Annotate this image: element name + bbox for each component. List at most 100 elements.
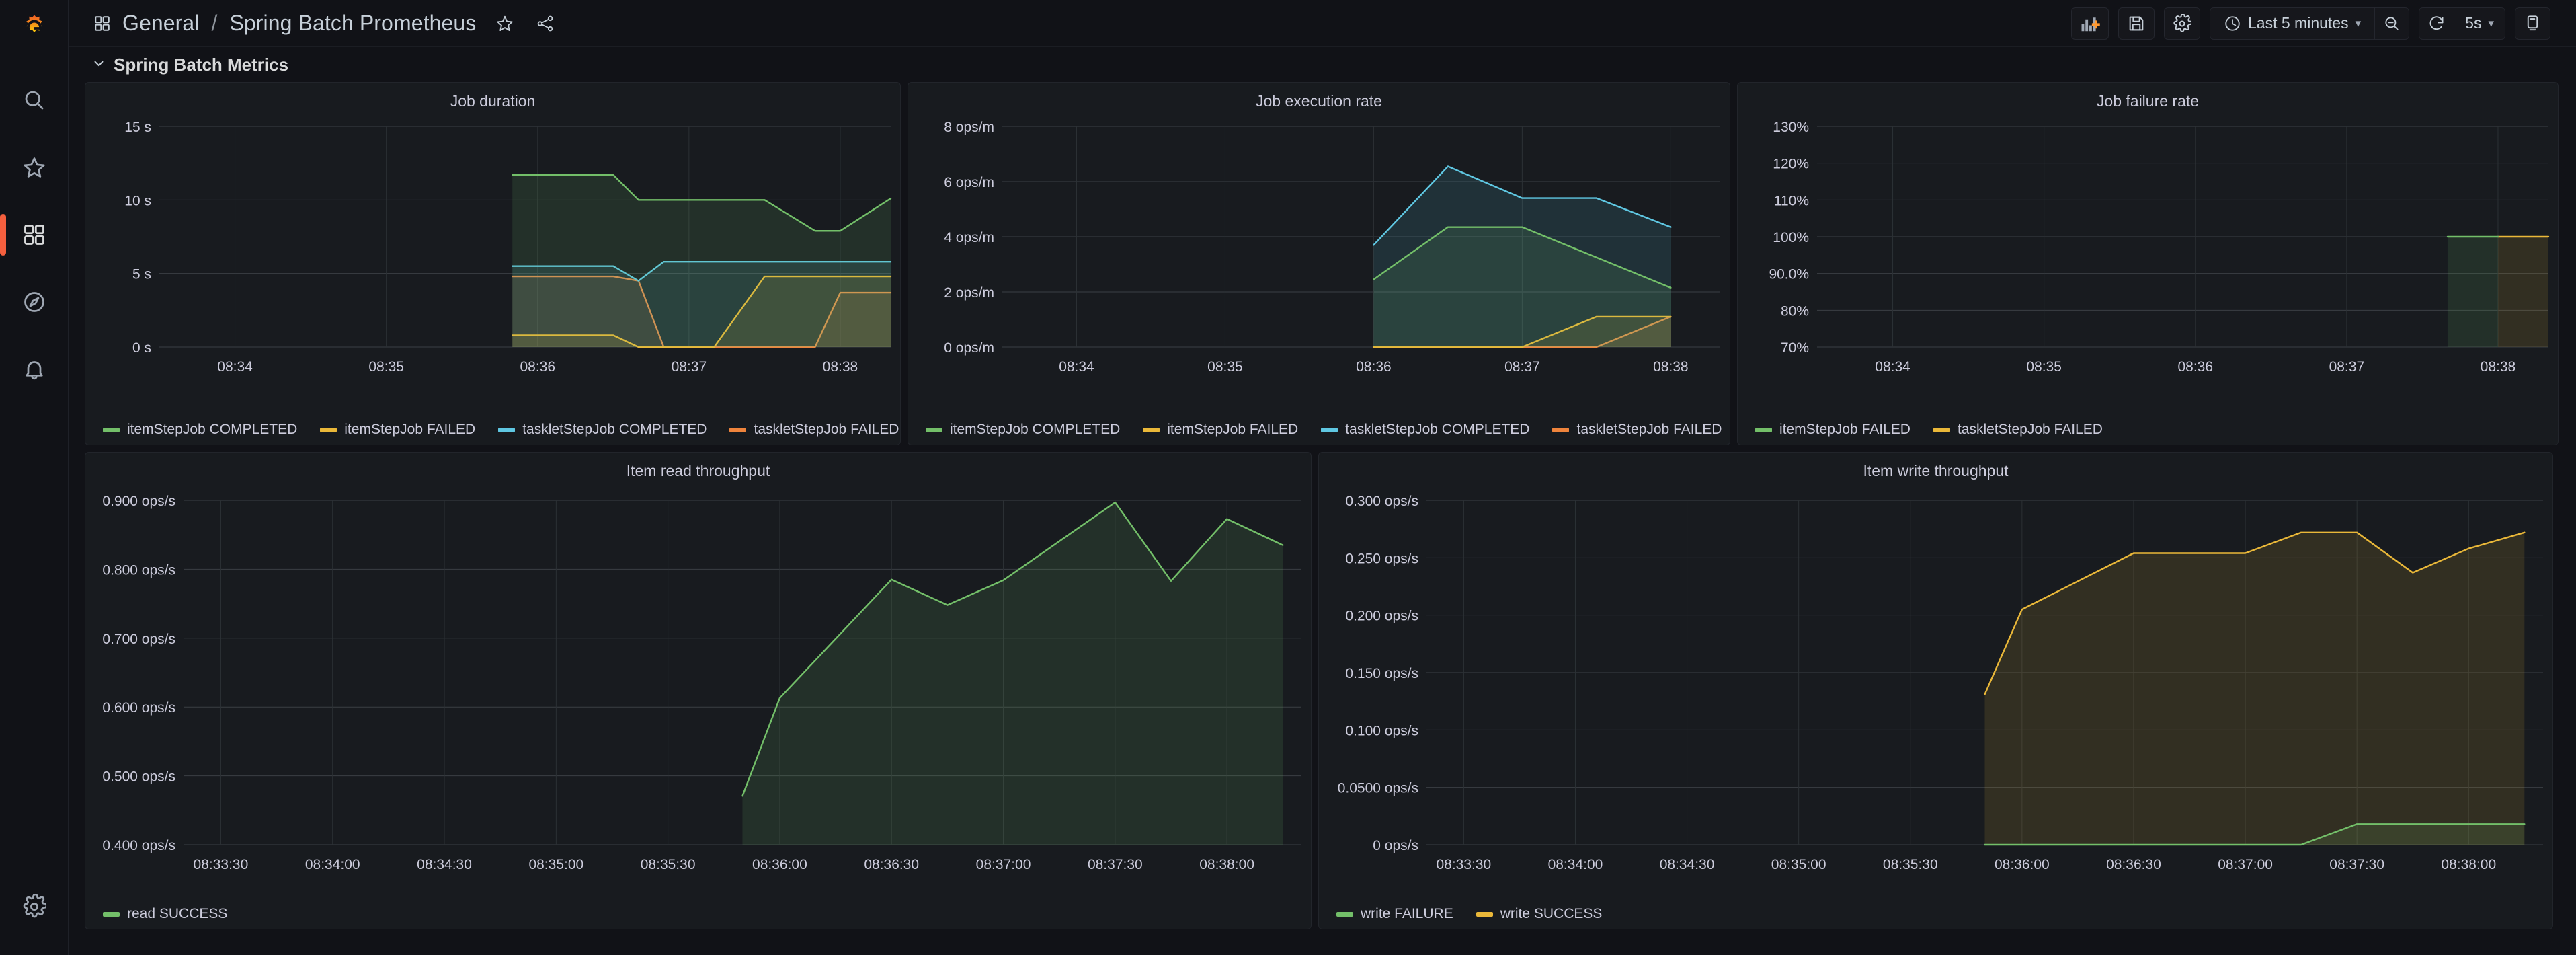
refresh-button[interactable] — [2419, 7, 2455, 40]
time-range-picker[interactable]: Last 5 minutes ▾ — [2210, 7, 2376, 40]
svg-text:08:34:00: 08:34:00 — [1548, 857, 1603, 872]
svg-text:08:34: 08:34 — [1875, 359, 1910, 375]
refresh-interval-picker[interactable]: 5s ▾ — [2454, 7, 2505, 40]
legend-item[interactable]: taskletStepJob FAILED — [1933, 422, 2103, 438]
legend-item[interactable]: itemStepJob FAILED — [1755, 422, 1910, 438]
sidebar-item-starred[interactable] — [0, 134, 69, 201]
chart-area[interactable]: 0 s 5 s 10 s 15 s 08:34 08:35 08:36 08:37 08:38 — [85, 110, 900, 422]
dashboard-settings-button[interactable] — [2164, 7, 2201, 40]
panel-title: Item read throughput — [626, 462, 770, 480]
legend-item[interactable]: itemStepJob FAILED — [1143, 422, 1298, 438]
svg-text:120%: 120% — [1773, 157, 1809, 172]
svg-text:10 s: 10 s — [124, 193, 151, 208]
svg-text:0.100 ops/s: 0.100 ops/s — [1345, 723, 1418, 738]
svg-text:0.800 ops/s: 0.800 ops/s — [102, 562, 175, 578]
legend-item[interactable]: taskletStepJob FAILED — [729, 422, 899, 438]
svg-text:0 s: 0 s — [132, 340, 151, 356]
sidebar-item-explore[interactable] — [0, 268, 69, 336]
breadcrumb-folder[interactable]: General — [122, 11, 200, 36]
svg-text:08:37:00: 08:37:00 — [976, 857, 1031, 872]
panel-legend: itemStepJob COMPLETED itemStepJob FAILED t… — [908, 422, 1730, 445]
tv-mode-button[interactable] — [2515, 7, 2550, 40]
legend-label: taskletStepJob FAILED — [1576, 422, 1722, 437]
svg-text:08:36:00: 08:36:00 — [1995, 857, 2050, 872]
legend-item[interactable]: write SUCCESS — [1476, 906, 1603, 922]
svg-text:0.700 ops/s: 0.700 ops/s — [102, 632, 175, 647]
panel-row-top: Job duration 0 s 5 s 10 s 15 s 08:34 08:35 08:… — [85, 82, 2560, 445]
panel-job-execution-rate: Job execution rate 0 ops/m 2 ops/m 4 ops/m… — [908, 82, 1730, 445]
svg-text:08:37:30: 08:37:30 — [2329, 857, 2384, 872]
svg-text:08:37: 08:37 — [2329, 359, 2365, 375]
grafana-logo[interactable] — [19, 13, 49, 46]
svg-text:08:35: 08:35 — [2026, 359, 2062, 375]
refresh-interval-label: 5s — [2465, 14, 2482, 32]
svg-text:08:37:30: 08:37:30 — [1088, 857, 1143, 872]
main-sidebar — [0, 0, 69, 955]
svg-text:08:34: 08:34 — [217, 359, 253, 375]
panel-legend: write FAILURE write SUCCESS — [1319, 906, 2552, 929]
svg-text:08:35: 08:35 — [368, 359, 404, 375]
sidebar-item-dashboards[interactable] — [0, 201, 69, 268]
main-content: General / Spring Batch Prometheus Last 5… — [69, 0, 2576, 955]
svg-text:08:34:30: 08:34:30 — [1660, 857, 1715, 872]
svg-text:0.500 ops/s: 0.500 ops/s — [102, 769, 175, 785]
time-range-label: Last 5 minutes — [2248, 14, 2349, 32]
save-dashboard-button[interactable] — [2118, 7, 2155, 40]
legend-color-swatch — [103, 911, 120, 917]
share-icon[interactable] — [534, 12, 557, 35]
svg-text:08:38: 08:38 — [2481, 359, 2516, 375]
panel-legend: read SUCCESS — [85, 906, 1311, 929]
legend-item[interactable]: taskletStepJob COMPLETED — [1321, 422, 1529, 438]
legend-item[interactable]: taskletStepJob COMPLETED — [498, 422, 707, 438]
chart-area[interactable]: 0 ops/m 2 ops/m 4 ops/m 6 ops/m 8 ops/m 08:34… — [908, 110, 1730, 422]
legend-color-swatch — [729, 427, 747, 432]
svg-text:08:34: 08:34 — [1059, 359, 1094, 375]
add-panel-button[interactable] — [2071, 7, 2109, 40]
legend-item[interactable]: taskletStepJob FAILED — [1552, 422, 1722, 438]
panel-title: Item write throughput — [1863, 462, 2009, 480]
sidebar-item-configuration[interactable] — [0, 873, 69, 940]
svg-text:08:36: 08:36 — [2177, 359, 2213, 375]
svg-text:4 ops/m: 4 ops/m — [944, 230, 994, 245]
svg-text:70%: 70% — [1781, 340, 1809, 356]
svg-text:08:38:00: 08:38:00 — [1199, 857, 1254, 872]
panel-title: Job failure rate — [2096, 92, 2200, 110]
zoom-out-time-button[interactable] — [2375, 7, 2410, 40]
chart-area[interactable]: 0 ops/s 0.0500 ops/s 0.100 ops/s 0.150 ops/… — [1319, 480, 2552, 906]
svg-text:0.600 ops/s: 0.600 ops/s — [102, 700, 175, 716]
legend-item[interactable]: write FAILURE — [1336, 906, 1453, 922]
panel-legend: itemStepJob FAILED taskletStepJob FAILED — [1738, 422, 2558, 445]
chevron-down-icon: ▾ — [2488, 16, 2494, 30]
chart-area[interactable]: 70% 80% 90.0% 100% 110% 120% 130% 08:34 08:35 08:… — [1738, 110, 2558, 422]
legend-color-swatch — [1933, 427, 1950, 432]
svg-text:0.400 ops/s: 0.400 ops/s — [102, 838, 175, 853]
svg-text:5 s: 5 s — [132, 267, 151, 282]
sidebar-item-search[interactable] — [0, 67, 69, 134]
panel-title: Job duration — [450, 92, 536, 110]
time-range-controls: Last 5 minutes ▾ — [2210, 7, 2410, 40]
legend-label: taskletStepJob COMPLETED — [522, 422, 707, 437]
star-icon[interactable] — [493, 12, 516, 35]
legend-item[interactable]: read SUCCESS — [103, 906, 227, 922]
row-title: Spring Batch Metrics — [114, 54, 289, 75]
legend-label: write SUCCESS — [1500, 906, 1603, 921]
svg-text:08:34:00: 08:34:00 — [305, 857, 360, 872]
legend-item[interactable]: itemStepJob FAILED — [320, 422, 475, 438]
svg-text:0.300 ops/s: 0.300 ops/s — [1345, 494, 1418, 509]
svg-text:80%: 80% — [1781, 303, 1809, 319]
panel-item-read-throughput: Item read throughput 0.400 ops/s 0.500 op… — [85, 452, 1312, 929]
chart-area[interactable]: 0.400 ops/s 0.500 ops/s 0.600 ops/s 0.700 o… — [85, 480, 1311, 906]
svg-text:08:37:00: 08:37:00 — [2218, 857, 2273, 872]
legend-color-swatch — [1552, 427, 1570, 432]
legend-label: taskletStepJob FAILED — [754, 422, 899, 437]
svg-text:0 ops/m: 0 ops/m — [944, 340, 994, 356]
panel-title: Job execution rate — [1256, 92, 1382, 110]
legend-item[interactable]: itemStepJob COMPLETED — [103, 422, 297, 438]
row-header-spring-batch-metrics[interactable]: Spring Batch Metrics — [85, 47, 2560, 82]
legend-color-swatch — [1336, 911, 1353, 917]
legend-item[interactable]: itemStepJob COMPLETED — [926, 422, 1120, 438]
breadcrumb-dashboard-title[interactable]: Spring Batch Prometheus — [229, 11, 476, 36]
svg-text:0.150 ops/s: 0.150 ops/s — [1345, 666, 1418, 681]
svg-text:08:38: 08:38 — [1653, 359, 1689, 375]
sidebar-item-alerting[interactable] — [0, 336, 69, 403]
